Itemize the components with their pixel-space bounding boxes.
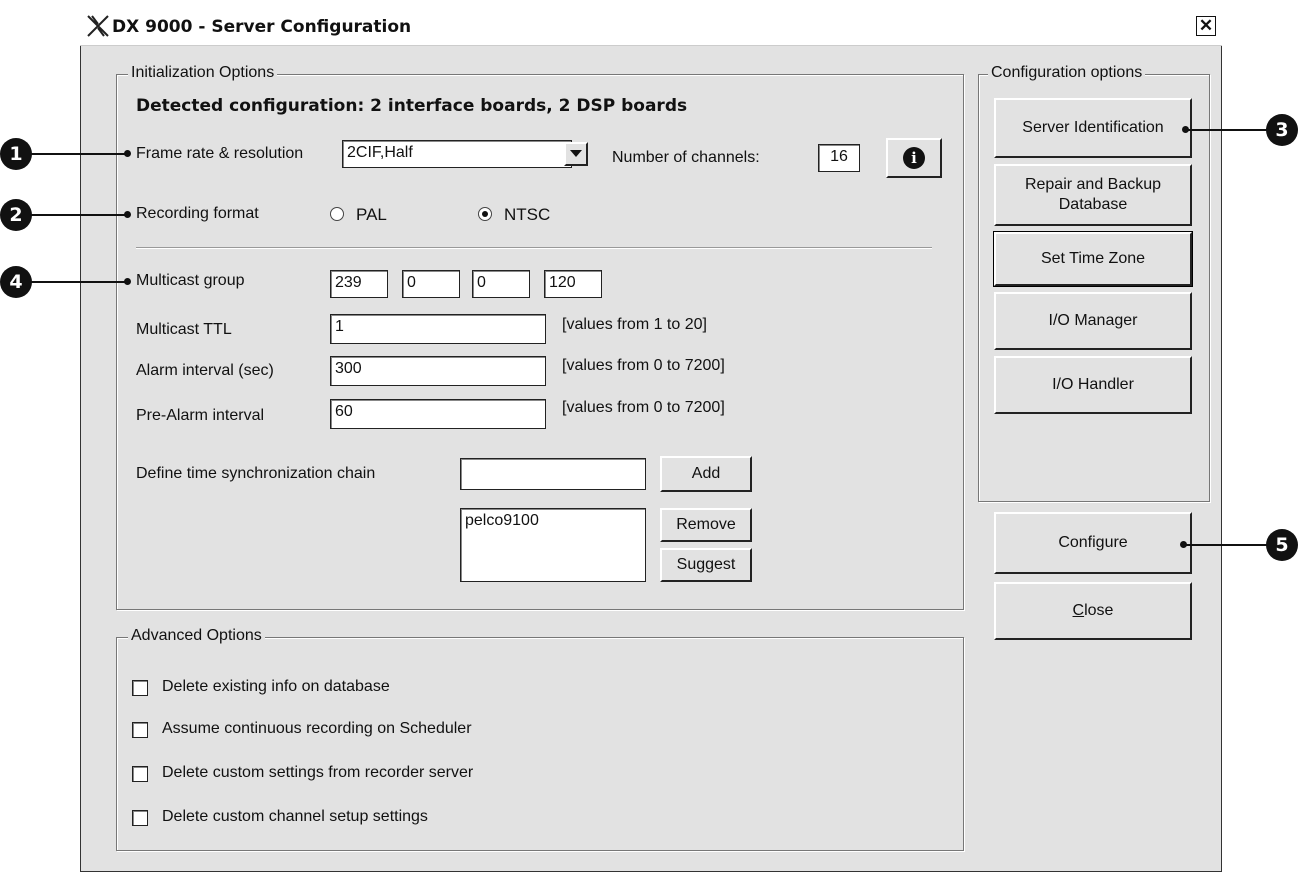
ntsc-radio[interactable]	[478, 207, 492, 221]
multicast-octet-3[interactable]: 0	[472, 270, 530, 298]
callout-2: 2	[0, 199, 32, 231]
callout-4-leader	[30, 281, 128, 283]
ntsc-label[interactable]: NTSC	[504, 205, 550, 225]
prealarm-interval-input[interactable]: 60	[330, 399, 546, 429]
prealarm-interval-label: Pre-Alarm interval	[136, 407, 265, 424]
assume-continuous-recording-label[interactable]: Assume continuous recording on Scheduler	[162, 720, 472, 738]
chevron-down-icon	[570, 150, 582, 157]
close-label-rest: lose	[1084, 602, 1114, 619]
info-icon: i	[903, 147, 925, 169]
set-time-zone-button[interactable]: Set Time Zone	[993, 231, 1193, 287]
initialization-options-legend: Initialization Options	[128, 64, 278, 82]
multicast-octet-1[interactable]: 239	[330, 270, 388, 298]
close-mnemonic: C	[1072, 602, 1085, 619]
channels-value: 16	[818, 144, 860, 172]
configure-button[interactable]: Configure	[994, 512, 1192, 574]
detected-configuration-text: Detected configuration: 2 interface boar…	[136, 96, 688, 116]
pal-label[interactable]: PAL	[356, 205, 387, 225]
delete-channel-setup-label[interactable]: Delete custom channel setup settings	[162, 808, 428, 826]
sync-chain-input[interactable]	[460, 458, 646, 490]
delete-custom-settings-checkbox[interactable]	[132, 766, 148, 782]
sync-chain-list[interactable]: pelco9100	[460, 508, 646, 582]
pal-radio[interactable]	[330, 207, 344, 221]
advanced-options-legend: Advanced Options	[128, 627, 265, 645]
callout-4: 4	[0, 266, 32, 298]
alarm-interval-hint: [values from 0 to 7200]	[562, 357, 725, 374]
info-button[interactable]: i	[886, 138, 942, 178]
callout-2-leader	[30, 214, 128, 216]
add-button[interactable]: Add	[660, 456, 752, 492]
sync-chain-label: Define time synchronization chain	[136, 465, 376, 482]
multicast-octet-4[interactable]: 120	[544, 270, 602, 298]
remove-button[interactable]: Remove	[660, 508, 752, 542]
delete-existing-info-checkbox[interactable]	[132, 680, 148, 696]
frame-rate-label: Frame rate & resolution	[136, 145, 304, 162]
list-item[interactable]: pelco9100	[465, 512, 641, 530]
alarm-interval-input[interactable]: 300	[330, 356, 546, 386]
callout-1: 1	[0, 138, 32, 170]
callout-3: 3	[1266, 114, 1298, 146]
radio-selected-dot	[482, 211, 488, 217]
callout-5-dot	[1180, 541, 1187, 548]
close-window-button[interactable]: ✕	[1196, 16, 1216, 36]
frame-rate-select[interactable]: 2CIF,Half	[342, 140, 572, 168]
prealarm-interval-hint: [values from 0 to 7200]	[562, 399, 725, 416]
app-icon	[86, 14, 110, 38]
callout-4-dot	[124, 278, 131, 285]
callout-1-leader	[30, 153, 128, 155]
recording-format-label: Recording format	[136, 205, 259, 222]
delete-existing-info-label[interactable]: Delete existing info on database	[162, 678, 390, 696]
callout-5-leader	[1184, 544, 1268, 546]
configuration-options-legend: Configuration options	[988, 64, 1146, 82]
separator-line	[136, 247, 932, 249]
io-manager-button[interactable]: I/O Manager	[994, 292, 1192, 350]
assume-continuous-recording-checkbox[interactable]	[132, 722, 148, 738]
delete-channel-setup-checkbox[interactable]	[132, 810, 148, 826]
channels-label: Number of channels:	[612, 149, 760, 166]
callout-1-dot	[124, 150, 131, 157]
callout-3-dot	[1182, 126, 1189, 133]
multicast-octet-2[interactable]: 0	[402, 270, 460, 298]
callout-5: 5	[1266, 529, 1298, 561]
io-handler-button[interactable]: I/O Handler	[994, 356, 1192, 414]
callout-3-leader	[1186, 129, 1268, 131]
frame-rate-value: 2CIF,Half	[347, 144, 413, 161]
repair-backup-database-button[interactable]: Repair and Backup Database	[994, 164, 1192, 226]
alarm-interval-label: Alarm interval (sec)	[136, 362, 274, 379]
multicast-ttl-hint: [values from 1 to 20]	[562, 316, 707, 333]
frame-rate-dropdown-button[interactable]	[564, 142, 588, 166]
suggest-button[interactable]: Suggest	[660, 548, 752, 582]
close-button[interactable]: Close	[994, 582, 1192, 640]
multicast-ttl-label: Multicast TTL	[136, 321, 232, 338]
window-title: DX 9000 - Server Configuration	[112, 17, 412, 37]
multicast-group-label: Multicast group	[136, 272, 245, 289]
callout-2-dot	[124, 211, 131, 218]
multicast-ttl-input[interactable]: 1	[330, 314, 546, 344]
server-identification-button[interactable]: Server Identification	[994, 98, 1192, 158]
delete-custom-settings-label[interactable]: Delete custom settings from recorder ser…	[162, 764, 473, 782]
